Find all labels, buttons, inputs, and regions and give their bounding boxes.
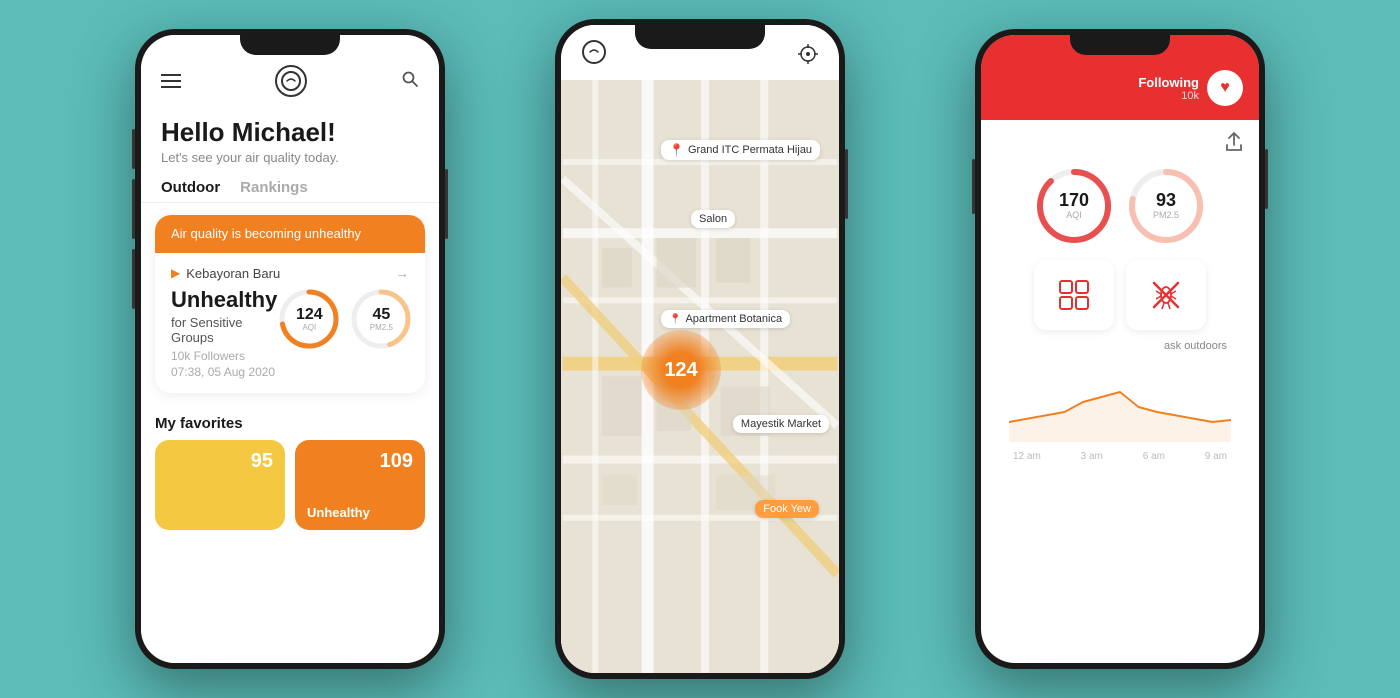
fav-label-2: Unhealthy [307, 505, 370, 520]
tab-outdoor[interactable]: Outdoor [161, 179, 220, 196]
botanica-text: Apartment Botanica [685, 313, 782, 325]
following-count: 10k [1138, 90, 1199, 102]
search-icon[interactable] [401, 70, 419, 93]
map-label-grand-itc: 📍 Grand ITC Permata Hijau [661, 140, 820, 160]
map-aqi-marker[interactable]: 124 [641, 330, 721, 410]
favorites-grid: 95 109 Unhealthy [155, 440, 425, 530]
crosshair-icon[interactable] [797, 43, 819, 70]
chart-label-0: 12 am [1013, 451, 1041, 462]
aq-status-section: Unhealthy for Sensitive Groups 10k Follo… [171, 287, 277, 379]
right-aqi-circle: 170 AQI [1034, 166, 1114, 246]
phone-mid-screen: 📍 Grand ITC Permata Hijau Salon 📍 Apartm… [561, 25, 839, 673]
chart-label-2: 6 am [1143, 451, 1165, 462]
map-label-mayestik: Mayestik Market [733, 415, 829, 433]
aq-followers: 10k Followers [171, 349, 277, 363]
map-label-fook: Fook Yew [755, 500, 819, 518]
aq-status: Unhealthy [171, 287, 277, 313]
following-text: Following 10k [1138, 75, 1199, 102]
mayestik-text: Mayestik Market [741, 418, 821, 430]
aqi-gauge-circle: 124 AQI [277, 287, 341, 351]
notch-right [1070, 35, 1170, 55]
right-pm25-label: 93 PM2.5 [1153, 191, 1179, 221]
grand-itc-text: Grand ITC Permata Hijau [688, 144, 812, 156]
greeting-subtitle: Let's see your air quality today. [161, 150, 419, 165]
aq-card[interactable]: Air quality is becoming unhealthy ▶ Keba… [155, 215, 425, 393]
windows-card[interactable] [1034, 260, 1114, 330]
pm25-gauge-circle: 45 PM2.5 [349, 287, 413, 351]
aq-status-sub: for Sensitive Groups [171, 315, 277, 345]
map-background: 📍 Grand ITC Permata Hijau Salon 📍 Apartm… [561, 80, 839, 673]
chevron-right-icon[interactable]: → [395, 265, 409, 281]
greeting-section: Hello Michael! Let's see your air qualit… [141, 107, 439, 165]
phone-right-screen: Following 10k ♥ [981, 35, 1259, 663]
aqi-label: 124 AQI [296, 306, 323, 332]
following-label: Following [1138, 75, 1199, 90]
fook-text: Fook Yew [763, 503, 811, 515]
fav-num-2: 109 [380, 450, 413, 473]
phone-left: Hello Michael! Let's see your air qualit… [135, 29, 445, 669]
app-logo [275, 65, 307, 97]
no-mosquito-card[interactable] [1126, 260, 1206, 330]
phone-mid: 📍 Grand ITC Permata Hijau Salon 📍 Apartm… [555, 19, 845, 679]
aq-card-body: ▶ Kebayoran Baru → Unhealthy for Sensiti… [155, 253, 425, 393]
action-row [997, 260, 1243, 330]
screen-left: Hello Michael! Let's see your air qualit… [141, 35, 439, 663]
tab-divider [141, 202, 439, 203]
screen-mid: 📍 Grand ITC Permata Hijau Salon 📍 Apartm… [561, 25, 839, 673]
pm25-label: 45 PM2.5 [370, 306, 393, 332]
aq-header-text: Air quality is becoming unhealthy [171, 226, 361, 241]
location-name: Kebayoran Baru [186, 266, 280, 281]
notch-left [240, 35, 340, 55]
chart-labels: 12 am 3 am 6 am 9 am [1009, 447, 1231, 462]
share-button[interactable] [997, 132, 1243, 152]
aq-card-header: Air quality is becoming unhealthy [155, 215, 425, 253]
fav-num-1: 95 [251, 450, 273, 473]
tab-rankings[interactable]: Rankings [240, 179, 308, 196]
screen-right: Following 10k ♥ [981, 35, 1259, 663]
metric-row: 170 AQI 93 [997, 166, 1243, 246]
chart-label-3: 9 am [1205, 451, 1227, 462]
map-aqi-value: 124 [664, 359, 697, 382]
aqi-gauge: 124 AQI [277, 287, 341, 351]
heart-button[interactable]: ♥ [1207, 70, 1243, 106]
right-aqi-gauge: 170 AQI [1034, 166, 1114, 246]
map-label-salon: Salon [691, 210, 735, 228]
right-content: 170 AQI 93 [981, 120, 1259, 663]
mask-text: ask outdoors [997, 340, 1227, 352]
aq-datetime: 07:38, 05 Aug 2020 [171, 365, 277, 379]
pm25-gauge: 45 PM2.5 [349, 287, 413, 351]
fav-card-2[interactable]: 109 Unhealthy [295, 440, 425, 530]
phone-right: Following 10k ♥ [975, 29, 1265, 669]
notch-mid [635, 25, 765, 49]
greeting-name: Hello Michael! [161, 117, 419, 148]
fav-card-1[interactable]: 95 [155, 440, 285, 530]
favorites-section: My favorites 95 109 Unhealthy [141, 405, 439, 530]
right-pm25-gauge: 93 PM2.5 [1126, 166, 1206, 246]
hamburger-icon[interactable] [161, 74, 181, 88]
chart-label-1: 3 am [1081, 451, 1103, 462]
favorites-title: My favorites [155, 415, 425, 432]
phone-left-screen: Hello Michael! Let's see your air qualit… [141, 35, 439, 663]
location-row: ▶ Kebayoran Baru → [171, 265, 409, 281]
map-logo [581, 39, 607, 70]
chart-area: 12 am 3 am 6 am 9 am [997, 352, 1243, 462]
map-label-botanica: 📍 Apartment Botanica [661, 310, 790, 328]
right-aqi-label: 170 AQI [1059, 191, 1089, 221]
location-left: ▶ Kebayoran Baru [171, 266, 280, 281]
tabs-row: Outdoor Rankings [141, 165, 439, 202]
salon-text: Salon [699, 213, 727, 225]
right-pm25-circle: 93 PM2.5 [1126, 166, 1206, 246]
aq-gauges: 124 AQI [277, 287, 413, 351]
location-arrow-icon: ▶ [171, 266, 180, 280]
